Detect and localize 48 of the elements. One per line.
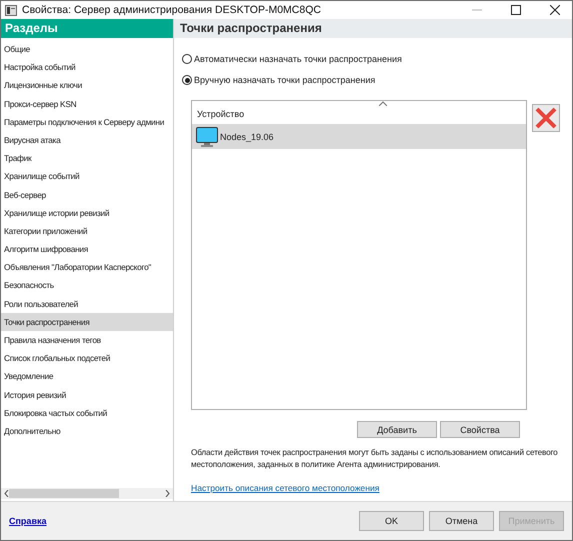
sidebar-item[interactable]: История ревизий (1, 386, 173, 404)
sidebar-item[interactable]: Общие (1, 40, 173, 58)
sidebar-item[interactable]: Блокировка частых событий (1, 404, 173, 422)
horizontal-scrollbar[interactable] (1, 488, 173, 499)
device-row[interactable]: Nodes_19.06 (192, 124, 526, 149)
sidebar-item[interactable]: Безопасность (1, 276, 173, 295)
radio-button[interactable] (182, 75, 192, 85)
app-icon (5, 4, 17, 16)
sidebar-item[interactable]: Список глобальных подсетей (1, 349, 173, 368)
dialog-button[interactable]: OK (359, 511, 424, 531)
sidebar-item[interactable]: Правила назначения тегов (1, 331, 173, 350)
sidebar-item[interactable]: Настройка событий (1, 58, 173, 76)
scroll-right-icon[interactable] (165, 490, 170, 497)
sidebar-item[interactable]: Параметры подключения к Серверу админи (1, 112, 173, 131)
window-title: Свойства: Сервер администрирования DESKTOP-M0MC8QC (22, 4, 322, 16)
sidebar-item[interactable]: Трафик (1, 149, 173, 168)
maximize-icon (511, 5, 521, 15)
radio-label[interactable]: Вручную назначать точки распространения (194, 75, 376, 85)
delete-button[interactable] (532, 104, 560, 132)
dialog-button[interactable]: Отмена (429, 511, 494, 531)
network-location-link[interactable]: Настроить описания сетевого местоположения (191, 483, 380, 493)
note-text: Области действия точек распространения могут быть заданы с использованием описаний сетевого местоположения, заданных в политике Агента администрирования. (191, 447, 559, 471)
sidebar-item[interactable]: Алгоритм шифрования (1, 240, 173, 258)
column-header[interactable]: Устройство (192, 101, 526, 124)
sidebar-item[interactable]: Прокси-сервер KSN (1, 94, 173, 113)
list-action-button[interactable]: Добавить (357, 421, 437, 438)
radio-button[interactable] (182, 54, 192, 64)
help-link[interactable]: Справка (9, 516, 354, 526)
sidebar-item[interactable]: Роли пользователей (1, 294, 173, 313)
sidebar-item[interactable]: Лицензионные ключи (1, 76, 173, 95)
list-action-button[interactable]: Свойства (440, 421, 520, 438)
sidebar-item[interactable]: Хранилище событий (1, 167, 173, 186)
sidebar-item[interactable]: Веб-сервер (1, 186, 173, 204)
close-icon (550, 5, 560, 15)
device-name: Nodes_19.06 (220, 132, 274, 142)
section-title: Точки распространения (174, 19, 572, 38)
sidebar-item[interactable]: Дополнительно (1, 422, 173, 440)
monitor-icon (196, 126, 218, 146)
radio-label[interactable]: Автоматически назначать точки распространения (194, 54, 402, 64)
scroll-left-icon[interactable] (4, 490, 9, 497)
sidebar-title: Разделы (1, 19, 173, 38)
sidebar-item[interactable]: Точки распространения (1, 312, 173, 331)
sidebar-item[interactable]: Вирусная атака (1, 130, 173, 150)
sidebar-item[interactable]: Объявления "Лаборатории Касперского" (1, 258, 173, 276)
sidebar-item[interactable]: Категории приложений (1, 222, 173, 240)
sidebar-item[interactable]: Уведомление (1, 367, 173, 386)
sort-icon (379, 99, 387, 108)
sidebar-item[interactable]: Хранилище истории ревизий (1, 204, 173, 222)
